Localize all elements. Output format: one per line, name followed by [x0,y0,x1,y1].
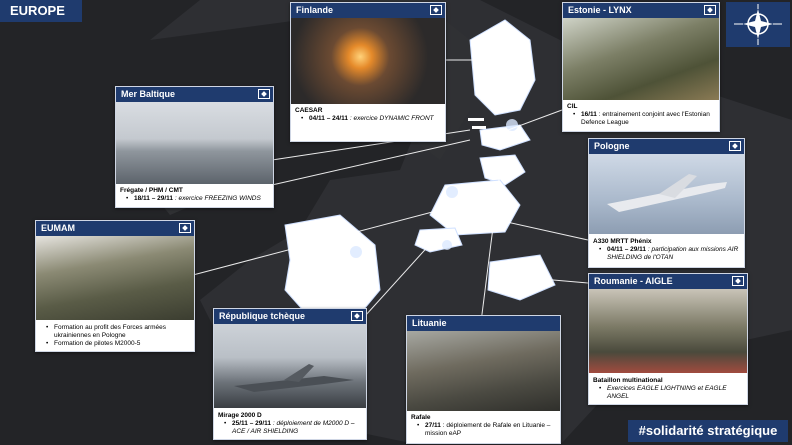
card-caption: Frégate / PHM / CMT [120,187,183,194]
card-title: Roumanie - AIGLE [589,274,747,289]
card-item: 04/11 – 29/11 : participation aux missio… [593,246,740,262]
card-body: Mirage 2000 D 25/11 – 29/11 : déploiemen… [214,410,366,438]
card-rep-tcheque: République tchèque Mirage 2000 D 25/11 –… [213,308,367,440]
card-caption: CIL [567,103,578,110]
card-mer-baltique: Mer Baltique Frégate / PHM / CMT 18/11 –… [115,86,274,208]
item-text: Exercices EAGLE LIGHTNING et EAGLE ANGEL [607,385,727,400]
item-text: : exercice DYNAMIC FRONT [348,115,434,122]
item-text: : déploiement de Rafale en Lituanie – mi… [425,422,551,437]
card-item: Formation au profit des Forces armées uk… [40,324,190,340]
nato-badge [726,2,790,47]
card-body: Bataillon multinational Exercices EAGLE … [589,375,747,403]
item-text: : entrainement conjoint avec l'Estonian … [581,111,710,126]
card-caption: Bataillon multinational [593,377,663,384]
marker-poland [446,186,458,198]
item-text: Formation au profit des Forces armées uk… [54,324,166,339]
card-lituanie: Lituanie Rafale 27/11 : déploiement de R… [406,315,561,444]
card-caption: Mirage 2000 D [218,412,262,419]
card-title: EUMAM [36,221,194,236]
ship-icon-2 [472,126,486,129]
nato-flag-icon [351,311,363,321]
card-caption: CAESAR [295,107,323,114]
card-item: 18/11 – 29/11 : exercice FREEZING WINDS [120,195,269,203]
nato-flag-icon [430,5,442,15]
photo-rafale [407,331,560,411]
card-title: Lituanie [407,316,560,331]
card-estonie: Estonie - LYNX CIL 16/11 : entrainement … [562,2,720,132]
item-dates: 18/11 – 29/11 [134,195,174,202]
card-item: 27/11 : déploiement de Rafale en Lituani… [411,422,556,438]
marker-france [350,246,362,258]
eu-flag-icon [179,223,191,233]
photo-a330 [589,154,744,234]
item-dates: 04/11 – 29/11 [607,246,647,253]
card-body: Frégate / PHM / CMT 18/11 – 29/11 : exer… [116,185,273,205]
marker-czech [442,240,452,250]
photo-caesar [291,18,445,104]
item-dates: 25/11 – 29/11 [232,420,272,427]
card-item: Exercices EAGLE LIGHTNING et EAGLE ANGEL [593,385,743,401]
card-title: Finlande [291,3,445,18]
nato-star-icon [734,4,782,45]
card-body: Rafale 27/11 : déploiement de Rafale en … [407,412,560,440]
item-text: : exercice FREEZING WINDS [173,195,261,202]
slide: EUROPE Finlande CAESAR 04/11 – 24/11 : e… [0,0,792,445]
card-pologne: Pologne A330 MRTT Phénix 04/11 – 29/11 :… [588,138,745,268]
nato-flag-icon [704,5,716,15]
hashtag-banner: #solidarité stratégique [628,420,788,442]
plane-photo-icon [607,174,727,212]
photo-eumam [36,236,194,320]
marker-baltic [506,119,518,131]
card-body: CAESAR 04/11 – 24/11 : exercice DYNAMIC … [291,105,445,125]
card-title: République tchèque [214,309,366,324]
card-item: Formation de pilotes M2000-5 [40,340,190,348]
item-dates: 16/11 [581,111,597,118]
card-finlande: Finlande CAESAR 04/11 – 24/11 : exercice… [290,2,446,142]
card-title: Estonie - LYNX [563,3,719,18]
card-body: CIL 16/11 : entrainement conjoint avec l… [563,101,719,129]
card-title: Mer Baltique [116,87,273,102]
card-title: Pologne [589,139,744,154]
card-item: 04/11 – 24/11 : exercice DYNAMIC FRONT [295,115,441,123]
card-eumam: EUMAM Formation au profit des Forces arm… [35,220,195,352]
card-caption: Rafale [411,414,431,421]
nato-flag-icon [258,89,270,99]
region-title: EUROPE [0,0,82,22]
item-text: Formation de pilotes M2000-5 [54,340,141,347]
card-item: 25/11 – 29/11 : déploiement de M2000 D –… [218,420,362,436]
photo-cil [563,18,719,100]
item-dates: 04/11 – 24/11 [309,115,349,122]
card-body: A330 MRTT Phénix 04/11 – 29/11 : partici… [589,236,744,264]
nato-flag-icon [732,276,744,286]
photo-fregate [116,102,273,184]
card-roumanie: Roumanie - AIGLE Bataillon multinational… [588,273,748,405]
ship-icon [468,118,484,121]
card-caption: A330 MRTT Phénix [593,238,652,245]
item-dates: 27/11 [425,422,441,429]
photo-bataillon [589,289,747,373]
card-item: 16/11 : entrainement conjoint avec l'Est… [567,111,715,127]
jet-photo-icon [234,364,354,392]
nato-flag-icon [729,141,741,151]
card-body: Formation au profit des Forces armées uk… [36,322,194,350]
photo-mirage [214,324,366,408]
